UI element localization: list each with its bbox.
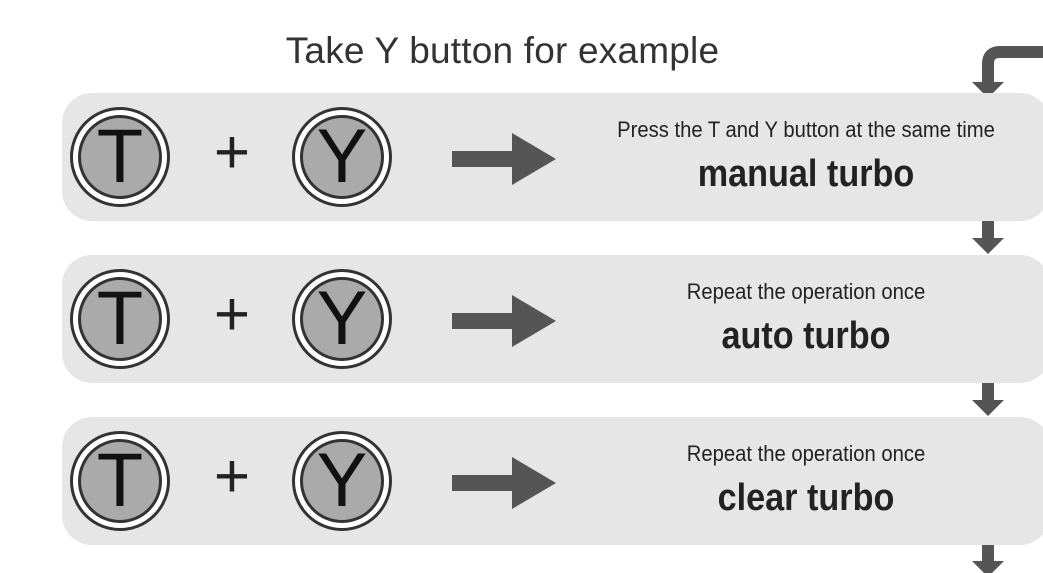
t-button-icon: T bbox=[70, 269, 170, 369]
y-button-icon: Y bbox=[292, 107, 392, 207]
flow-arrowhead-icon bbox=[972, 238, 1004, 254]
t-button-icon: T bbox=[70, 107, 170, 207]
y-button-label: Y bbox=[300, 277, 384, 361]
step-row-manual-turbo: T + Y Press the T and Y button at the sa… bbox=[62, 93, 1043, 221]
y-button-label: Y bbox=[300, 115, 384, 199]
y-button-icon: Y bbox=[292, 431, 392, 531]
mode-label: manual turbo bbox=[697, 153, 915, 195]
plus-sign: + bbox=[213, 118, 251, 187]
t-button-label: T bbox=[78, 277, 162, 361]
y-button-label: Y bbox=[300, 439, 384, 523]
step-description: Repeat the operation once bbox=[686, 279, 926, 304]
mode-label: auto turbo bbox=[721, 315, 891, 357]
step-row-auto-turbo: T + Y Repeat the operation once auto tur… bbox=[62, 255, 1043, 383]
flow-arrowhead-icon bbox=[972, 561, 1004, 573]
flow-connector-3 bbox=[982, 544, 994, 564]
step-description: Press the T and Y button at the same tim… bbox=[617, 117, 995, 142]
right-arrow-icon bbox=[452, 457, 556, 509]
right-arrow-icon bbox=[452, 295, 556, 347]
diagram-title: Take Y button for example bbox=[285, 30, 720, 71]
right-arrow-icon bbox=[452, 133, 556, 185]
plus-sign: + bbox=[213, 280, 251, 349]
mode-label: clear turbo bbox=[717, 477, 895, 519]
step-row-clear-turbo: T + Y Repeat the operation once clear tu… bbox=[62, 417, 1043, 545]
t-button-label: T bbox=[78, 439, 162, 523]
t-button-icon: T bbox=[70, 431, 170, 531]
flow-connector-2 bbox=[982, 382, 994, 402]
plus-sign: + bbox=[213, 442, 251, 511]
t-button-label: T bbox=[78, 115, 162, 199]
flow-arrowhead-icon bbox=[972, 400, 1004, 416]
y-button-icon: Y bbox=[292, 269, 392, 369]
step-description: Repeat the operation once bbox=[686, 441, 926, 466]
flow-connector-1 bbox=[982, 220, 994, 240]
